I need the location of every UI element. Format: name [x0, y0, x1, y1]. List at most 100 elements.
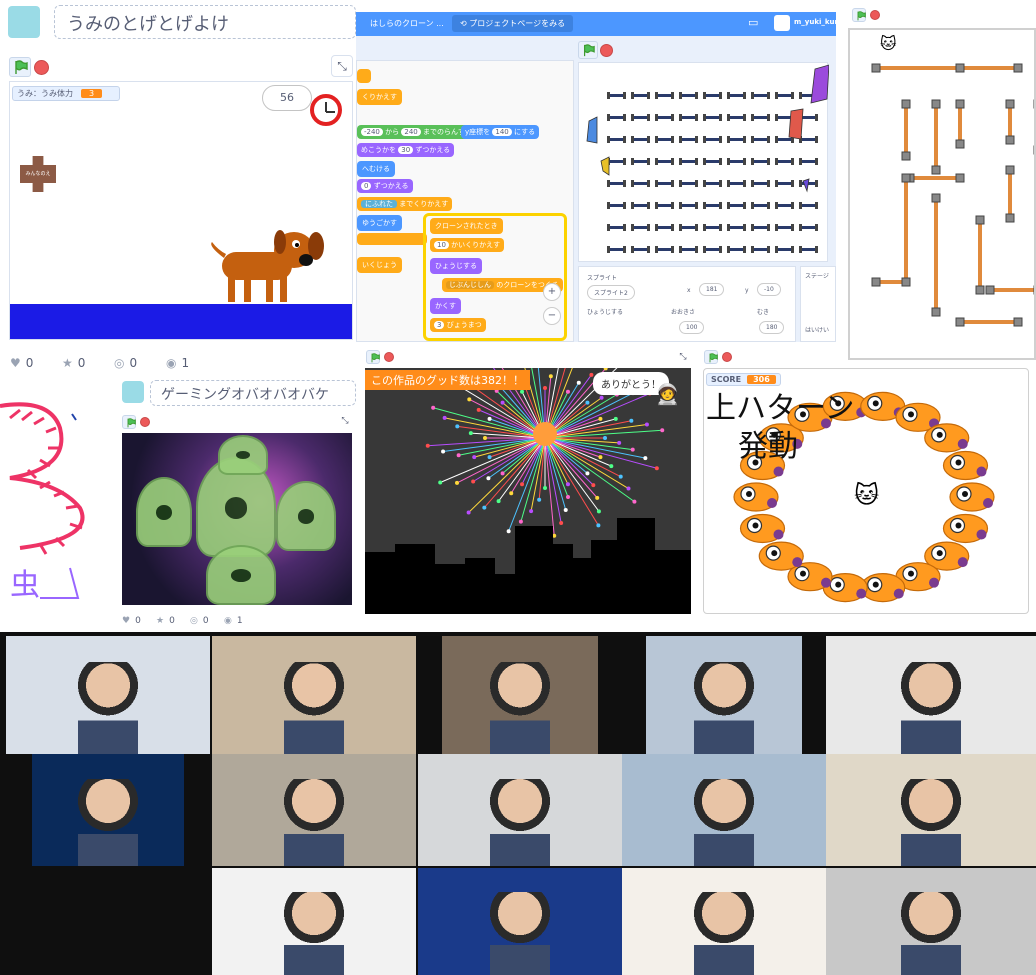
participant-video[interactable] [442, 636, 598, 754]
fireworks-stage[interactable]: この作品のグッド数は382！！ ありがとう！ 🧑‍🚀 [365, 368, 691, 614]
green-flag-icon[interactable] [366, 350, 380, 364]
fullscreen-icon[interactable]: ⤡ [676, 350, 690, 364]
participant-video[interactable] [418, 754, 622, 866]
y-field[interactable]: -10 [757, 283, 781, 296]
size-field[interactable]: 100 [679, 321, 705, 334]
menu-bar: はしらのクローン ... ⟲ プロジェクトページをみる ▭ m_yuki_kun [356, 12, 836, 36]
participant-silhouette [490, 891, 550, 975]
project-title-field[interactable]: うみのとげとげよけ [54, 5, 356, 39]
username[interactable]: m_yuki_kun [794, 18, 836, 26]
pillar-clone [679, 136, 698, 143]
block-random[interactable]: -240 から 240 までのらんすう [357, 125, 476, 139]
block-set-y[interactable]: y座標を 140 にする [461, 125, 540, 139]
participant-video[interactable] [826, 636, 1036, 754]
favorite-count[interactable]: ★ 0 [62, 356, 85, 370]
view-count: ◉ 1 [224, 616, 243, 626]
stop-icon[interactable] [140, 417, 150, 427]
editor-stage[interactable] [578, 62, 830, 262]
ghost-sprite [276, 481, 336, 551]
block-hide[interactable]: かくす [430, 298, 461, 314]
sprite-name-field[interactable]: スプライト2 [587, 285, 635, 300]
block-control[interactable] [357, 233, 427, 245]
code-area[interactable]: くりかえす -240 から 240 までのらんすう y座標を 140 にする め… [356, 60, 574, 342]
pillar-clone [655, 224, 674, 231]
ghost-stage[interactable] [122, 433, 352, 605]
participant-video[interactable] [212, 636, 416, 754]
cat-sprite: 🐱 [880, 34, 897, 53]
participant-video[interactable] [826, 754, 1036, 866]
stage-sprites [586, 64, 830, 253]
participant-video[interactable] [826, 868, 1036, 975]
green-flag-icon[interactable] [578, 41, 598, 59]
block-direction[interactable]: めこうかを 30 ずつかえる [357, 143, 455, 157]
maze-stage[interactable]: 🐱 [848, 28, 1036, 360]
zoom-in-icon[interactable]: + [543, 283, 561, 301]
fish-sprite [942, 513, 989, 544]
view-count: ◉ 1 [166, 356, 190, 370]
block-wait[interactable]: 3 びょうまつ [430, 318, 486, 332]
pillar-clone [607, 114, 626, 121]
pillar-clone [751, 114, 770, 121]
ghost-sprite [136, 477, 192, 547]
project-tab[interactable]: はしらのクローン ... [370, 18, 444, 29]
pillar-clone [631, 136, 650, 143]
participant-video[interactable] [622, 868, 826, 975]
favorite-count[interactable]: ★ 0 [156, 616, 175, 626]
block-forever[interactable]: いくじょう [357, 257, 402, 273]
block-repeat-10[interactable]: 10 かいくりかえす [430, 238, 505, 252]
block-point[interactable]: へむける [357, 161, 395, 177]
block-clone-start[interactable]: クローンされたとき [430, 218, 503, 234]
participant-video[interactable] [212, 754, 416, 866]
stop-icon[interactable] [34, 60, 49, 75]
participant-video[interactable] [622, 754, 826, 866]
maze-wall [931, 193, 941, 317]
green-flag-icon[interactable] [852, 8, 866, 22]
stop-icon[interactable] [600, 44, 613, 57]
folder-icon[interactable]: ▭ [748, 16, 758, 29]
love-count[interactable]: ♥ 0 [122, 616, 141, 626]
participant-video[interactable] [212, 868, 416, 975]
fullscreen-icon[interactable]: ⤡ [331, 55, 353, 77]
stage[interactable]: うみ：うみ体力 3 56 みんなのえ [9, 81, 353, 340]
fullscreen-icon[interactable]: ⤡ [338, 414, 352, 428]
green-flag-icon[interactable] [9, 57, 31, 77]
green-flag-icon[interactable] [704, 350, 718, 364]
avatar[interactable] [774, 15, 790, 31]
pillar-clone [703, 136, 722, 143]
stop-icon[interactable] [384, 352, 394, 362]
stop-icon[interactable] [870, 10, 880, 20]
project-thumbnail[interactable] [122, 381, 144, 403]
pillar-clone [703, 92, 722, 99]
block[interactable] [357, 69, 371, 83]
pillar-clone [775, 158, 794, 165]
participant-video[interactable] [418, 868, 622, 975]
pillar-clone [703, 114, 722, 121]
remix-count[interactable]: ◎ 0 [190, 616, 209, 626]
fish-stage[interactable]: SCORE 306 上ハターン 発動 🐱 [703, 368, 1029, 614]
dog-sprite [211, 230, 324, 302]
x-field[interactable]: 181 [699, 283, 725, 296]
block-repeat[interactable]: くりかえす [357, 89, 402, 105]
direction-field[interactable]: 180 [759, 321, 785, 334]
pillar-clone [631, 180, 650, 187]
green-flag-icon[interactable] [122, 415, 136, 429]
participant-video[interactable] [6, 636, 210, 754]
project-thumbnail[interactable] [8, 6, 40, 38]
block-until[interactable]: にふれた までくりかえす [357, 197, 453, 211]
pillar-clone [655, 92, 674, 99]
project-page-button[interactable]: ⟲ プロジェクトページをみる [452, 15, 574, 32]
remix-count[interactable]: ◎ 0 [114, 356, 137, 370]
pillar-clone [631, 114, 650, 121]
pillar-clone [751, 136, 770, 143]
love-count[interactable]: ♥ 0 [10, 356, 33, 370]
participant-video[interactable] [646, 636, 802, 754]
maze-wall [905, 173, 965, 183]
project-title-field[interactable]: ゲーミングオバオバオバケ [150, 380, 356, 406]
block-move[interactable]: ゆうごかす [357, 215, 402, 231]
maze-wall [931, 99, 941, 175]
block-show[interactable]: ひょうじする [430, 258, 482, 274]
block-change[interactable]: 0 ずつかえる [357, 179, 413, 193]
participant-video[interactable] [32, 754, 184, 866]
stop-icon[interactable] [722, 352, 732, 362]
zoom-out-icon[interactable]: − [543, 307, 561, 325]
